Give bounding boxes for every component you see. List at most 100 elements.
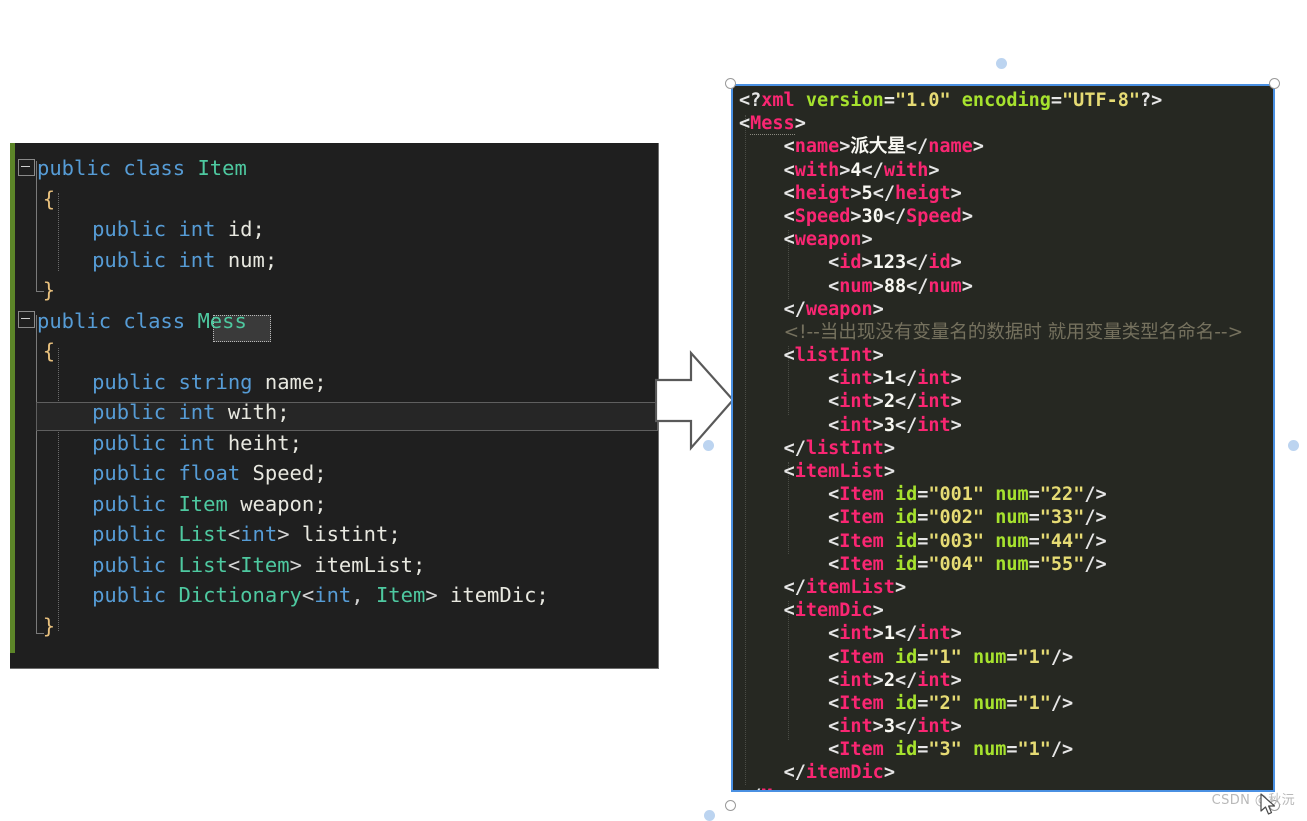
handle-top-right[interactable] — [1269, 78, 1280, 89]
xml-token: > — [928, 159, 940, 181]
xml-token: num — [972, 692, 1007, 714]
xml-line: <listInt> — [739, 344, 1243, 367]
collapse-minus-icon[interactable] — [18, 311, 35, 328]
code-token: public — [92, 217, 179, 241]
xml-token: name — [928, 136, 973, 158]
code-line: public class Item — [18, 153, 549, 184]
xml-token: </ — [883, 205, 907, 227]
blue-dot-2 — [703, 440, 714, 451]
code-gutter-spacer — [18, 248, 43, 272]
xml-token: weapon — [805, 298, 873, 320]
xml-text-area[interactable]: <?xml version="1.0" encoding="UTF-8"?> <M… — [739, 89, 1244, 790]
collapse-minus-icon[interactable] — [18, 158, 35, 176]
xml-token: > — [972, 136, 984, 158]
code-token: public — [92, 552, 179, 577]
xml-token — [962, 739, 973, 760]
xml-token: id — [894, 507, 918, 529]
xml-token: > — [861, 229, 873, 251]
xml-token: <!--当出现没有变量名的数据时 就用变量类型名命名--> — [783, 321, 1244, 343]
xml-token: xml — [761, 90, 795, 111]
xml-line: </weapon> — [739, 298, 1243, 321]
xml-token: < — [828, 368, 840, 390]
code-token: ; — [413, 552, 426, 577]
xml-token: </ — [783, 762, 806, 784]
xml-token: </ — [905, 136, 929, 158]
xml-indent — [739, 438, 784, 459]
xml-token: heigt — [894, 182, 951, 204]
xml-token: Item — [839, 692, 884, 714]
code-line: public List<Item> itemList; — [18, 550, 549, 581]
xml-token: int — [917, 716, 951, 738]
xml-token: id — [894, 646, 918, 668]
code-token: name — [264, 369, 315, 394]
xml-token: with — [883, 159, 929, 181]
xml-token: > — [806, 786, 817, 790]
xml-token: 88 — [883, 275, 907, 297]
code-token: public — [92, 369, 179, 394]
xml-token: id — [894, 739, 918, 761]
xml-token: > — [872, 716, 884, 738]
xml-line: <Item id="002" num="33"/> — [739, 506, 1243, 529]
xml-token: < — [828, 530, 840, 552]
xml-token — [984, 531, 995, 552]
code-line: } — [18, 611, 549, 642]
xml-token: </ — [894, 368, 918, 390]
code-token: < — [227, 522, 241, 546]
code-token: Dictionary — [178, 583, 302, 607]
xml-token: version — [805, 90, 884, 111]
code-gutter-spacer — [18, 339, 43, 363]
xml-token: 1 — [883, 623, 895, 645]
code-text-area[interactable]: public class Item { public int id; publi… — [18, 153, 549, 641]
code-token: int — [178, 430, 228, 455]
xml-line: <!--当出现没有变量名的数据时 就用变量类型名命名--> — [739, 321, 1244, 344]
xml-token: num — [928, 275, 962, 297]
xml-token: 3 — [883, 716, 895, 738]
block-arrow-right — [655, 350, 735, 451]
code-token: heiht — [227, 430, 290, 455]
code-token: class — [123, 308, 198, 333]
xml-panel-wrapper[interactable]: <?xml version="1.0" encoding="UTF-8"?> <M… — [731, 84, 1275, 792]
xml-token: < — [783, 229, 795, 251]
code-token: List — [178, 552, 228, 577]
xml-token — [962, 693, 973, 714]
xml-indent — [739, 577, 784, 598]
xml-line: <Item id="004" num="55"/> — [739, 553, 1243, 576]
code-line: { — [18, 336, 549, 367]
xml-token: id — [894, 484, 918, 506]
xml-token: = — [1006, 692, 1018, 714]
xml-token: < — [783, 182, 795, 204]
code-line: public int id; — [18, 214, 549, 245]
xml-token: id — [928, 252, 951, 274]
xml-line: <Mess> — [739, 112, 1243, 136]
blue-dot-1 — [996, 58, 1007, 69]
xml-token: Speed — [906, 205, 962, 227]
xml-token: num — [995, 553, 1029, 575]
xml-token: < — [828, 507, 840, 529]
xml-line: <int>3</int> — [739, 715, 1243, 738]
xml-token: > — [950, 623, 962, 645]
xml-token: > — [872, 298, 884, 320]
xml-token: > — [883, 461, 895, 482]
code-gutter-spacer — [18, 583, 43, 607]
xml-token: /> — [1084, 507, 1107, 529]
xml-token: "1" — [1017, 739, 1051, 761]
xml-line: <heigt>5</heigt> — [739, 182, 1243, 205]
code-token: int — [314, 583, 352, 607]
handle-top-left[interactable] — [725, 78, 736, 89]
xml-token: weapon — [794, 229, 862, 251]
xml-line: <int>2</int> — [739, 390, 1243, 413]
code-gutter-spacer — [18, 431, 43, 455]
handle-bottom-left[interactable] — [725, 800, 736, 811]
xml-line: <Speed>30</Speed> — [739, 205, 1243, 228]
xml-token: int — [839, 368, 873, 390]
xml-token: </ — [739, 786, 761, 790]
code-token: listint — [301, 522, 389, 546]
xml-token: heigt — [794, 182, 851, 204]
code-line: } — [18, 275, 549, 306]
xml-token: > — [872, 414, 884, 436]
xml-token: < — [828, 669, 840, 691]
xml-token: </ — [894, 716, 918, 738]
code-token: public — [92, 491, 179, 516]
